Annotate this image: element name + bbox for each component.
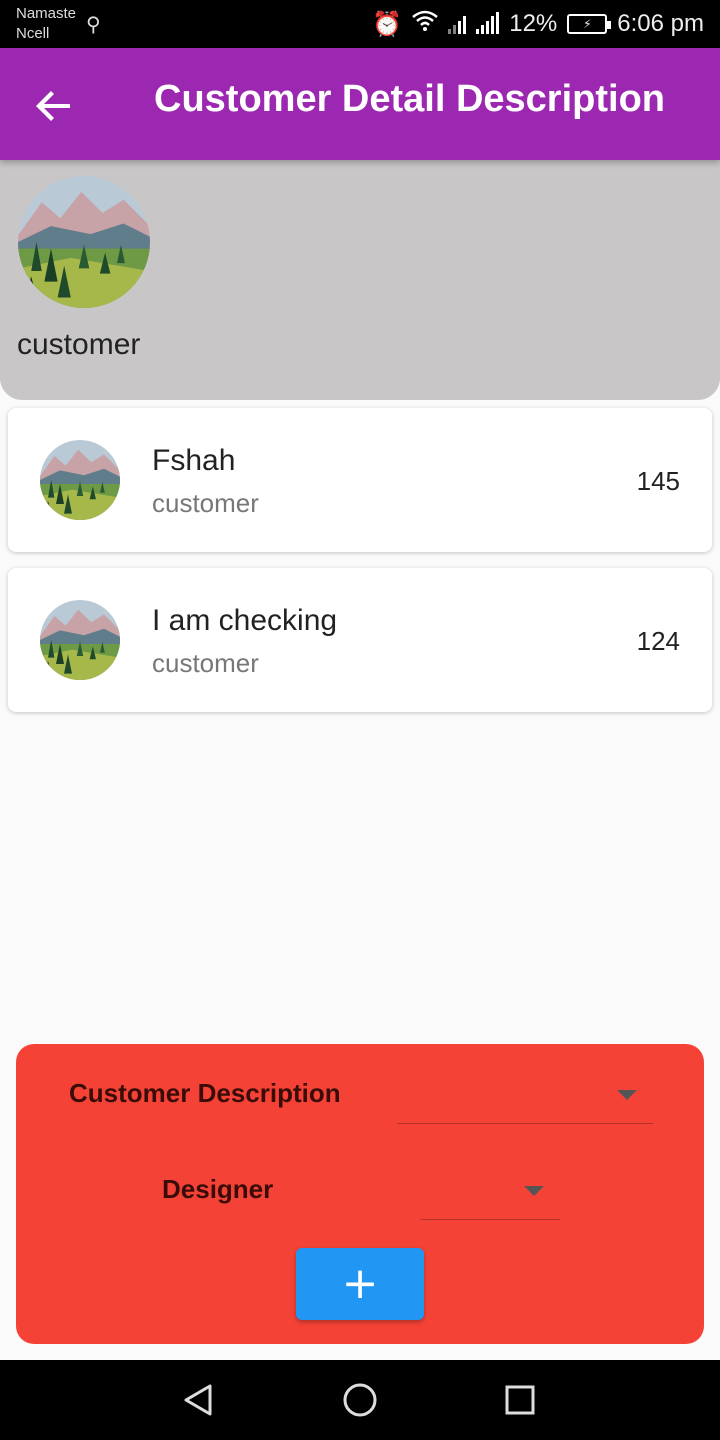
list-item-subtitle: customer [152,648,259,678]
designer-dropdown[interactable] [420,1168,560,1220]
add-button[interactable]: + [296,1248,424,1320]
list-item[interactable]: I am checking customer 124 [8,568,712,712]
page-title: Customer Detail Description [154,78,665,120]
status-bar: Namaste Ncell ⚲ ⏰ 12% ⚡ 6:06 pm [0,0,720,48]
battery-icon: ⚡ [567,14,612,34]
carrier-line-2: Ncell [16,25,50,42]
nav-recent-button[interactable] [500,1380,540,1420]
list-item-subtitle: customer [152,488,259,518]
list-item[interactable]: Fshah customer 145 [8,408,712,552]
list-item-title: I am checking [152,604,338,637]
battery-percent: 12% [509,10,558,37]
signal-icon-1 [448,14,467,34]
nav-back-icon [184,1384,212,1416]
alarm-icon: ⏰ [372,10,403,38]
list-item-count: 145 [636,466,680,496]
avatar [18,176,150,308]
dropdown-arrow-icon [524,1186,544,1196]
signal-icon-2 [476,12,500,34]
avatar [40,440,120,520]
header-label: customer [17,328,141,361]
clock: 6:06 pm [617,10,704,37]
designer-label: Designer [162,1174,274,1204]
list-item-count: 124 [636,626,680,656]
customer-header: customer [0,160,720,400]
customer-description-dropdown[interactable] [397,1072,653,1124]
customer-description-label: Customer Description [69,1078,341,1108]
usb-icon: ⚲ [86,14,101,36]
back-button[interactable] [30,82,78,130]
carrier-info: Namaste Ncell [16,4,76,44]
form-panel: Customer Description Designer + [16,1044,704,1344]
avatar [40,600,120,680]
nav-home-icon [343,1383,377,1417]
status-icons: ⏰ 12% ⚡ 6:06 pm [372,0,704,48]
carrier-line-1: Namaste [16,5,77,22]
list-item-title: Fshah [152,444,236,477]
nav-home-button[interactable] [340,1380,380,1420]
arrow-back-icon [36,91,70,121]
nav-back-button[interactable] [180,1380,220,1420]
dropdown-arrow-icon [617,1090,637,1100]
wifi-icon [412,10,439,39]
nav-bar [0,1360,720,1440]
app-bar: Customer Detail Description [0,48,720,160]
nav-recent-icon [505,1385,535,1415]
